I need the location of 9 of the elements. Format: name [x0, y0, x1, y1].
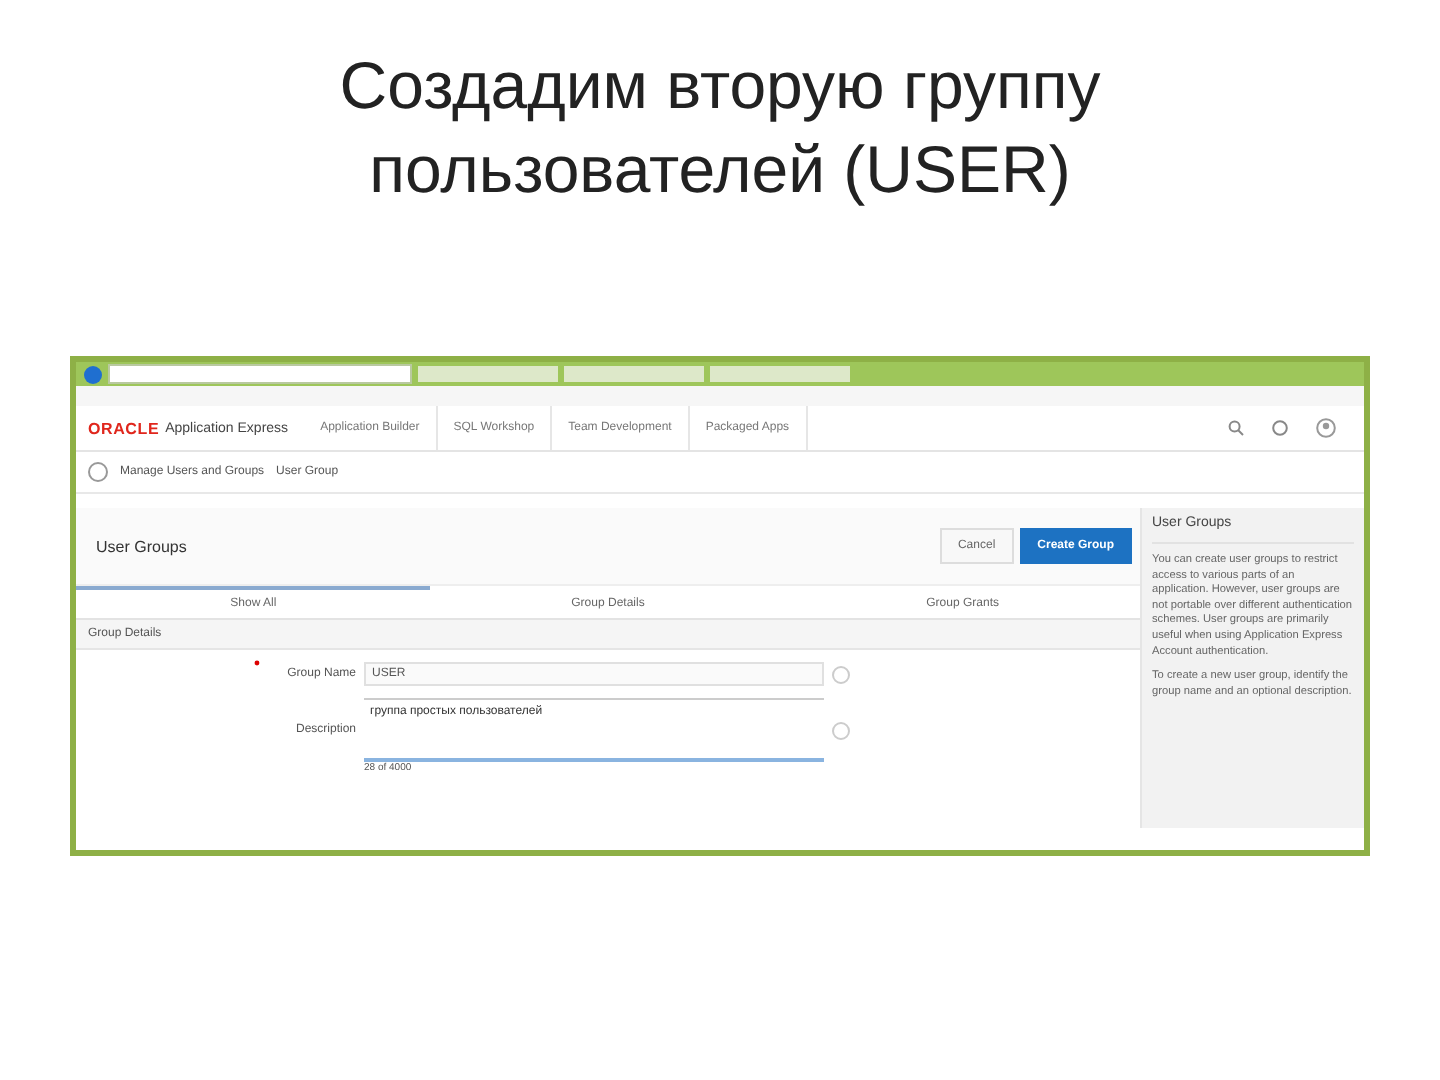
slide-title: Создадим вторую группу пользователей (USER) [337, 46, 1103, 210]
logo[interactable]: ORACLE [88, 419, 160, 437]
user-icon[interactable] [1316, 418, 1336, 438]
browser-tab[interactable] [710, 366, 850, 382]
address-bar[interactable] [108, 364, 412, 384]
region-title: User Groups [96, 537, 187, 555]
browser-tab[interactable] [564, 366, 704, 382]
search-icon[interactable] [1228, 420, 1244, 436]
browser-tab[interactable] [418, 366, 558, 382]
